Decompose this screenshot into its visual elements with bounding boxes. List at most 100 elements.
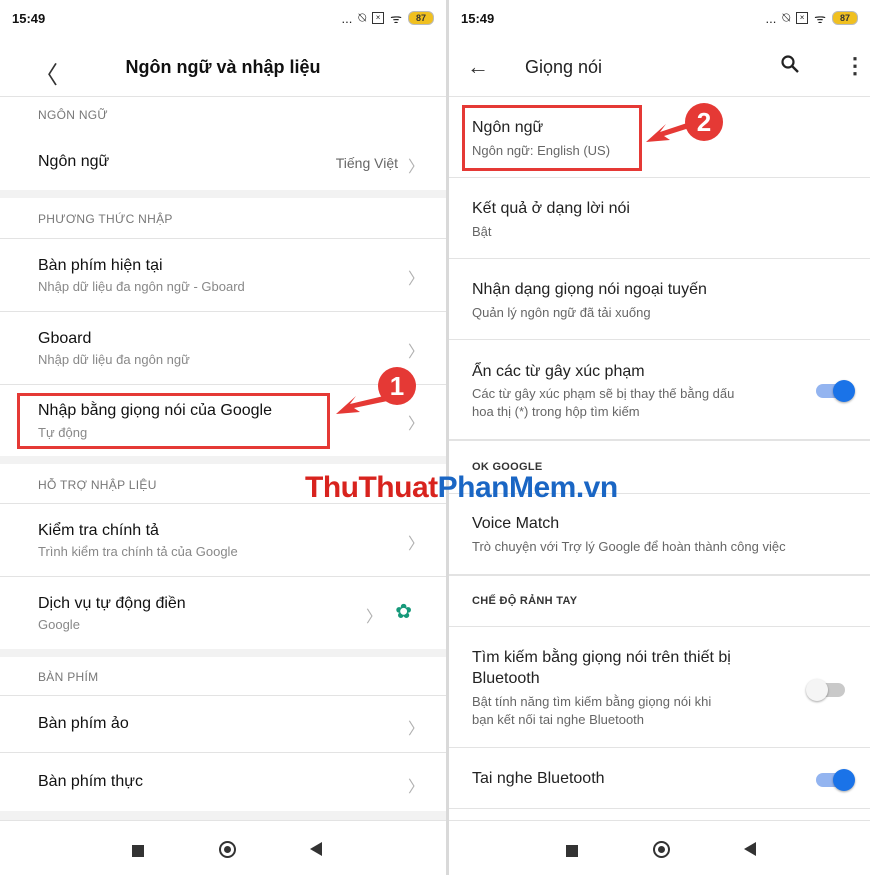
status-bar: 15:49 ... ⍉ × ᯤ 87 (449, 0, 870, 40)
recents-icon[interactable] (566, 845, 578, 857)
more-options-icon[interactable]: ⋮ (844, 53, 866, 79)
highlight-box (17, 393, 330, 449)
setting-title: Bàn phím thực (38, 773, 143, 790)
setting-title: Gboard (38, 330, 92, 347)
setting-language[interactable]: Ngôn ngữ Tiếng Việt 〉 (0, 135, 446, 187)
setting-subtitle: hoa thị (*) trong hộp tìm kiếm (472, 404, 640, 419)
section-header-language: NGÔN NGỮ (38, 108, 108, 122)
watermark-part: PhanMem (437, 471, 577, 504)
setting-subtitle: Trình kiểm tra chính tả của Google (38, 544, 238, 559)
step-badge-2: 2 (685, 103, 723, 141)
toolbar: 〈 Ngôn ngữ và nhập liệu (0, 44, 446, 92)
setting-bluetooth-headset[interactable]: Tai nghe Bluetooth (449, 748, 870, 808)
silent-icon: ⍉ (358, 10, 367, 25)
watermark-part: ThuThuat (305, 471, 438, 504)
status-time: 15:49 (12, 11, 46, 26)
setting-title: Bàn phím hiện tại (38, 257, 163, 274)
divider (449, 820, 870, 821)
more-notifications-icon: ... (341, 10, 353, 26)
navigation-bar (449, 820, 870, 875)
status-icons: ... ⍉ × ᯤ 87 (341, 9, 434, 27)
section-divider (0, 190, 446, 198)
back-arrow-icon[interactable]: ← (467, 54, 489, 80)
section-divider (449, 574, 870, 576)
setting-gboard[interactable]: Gboard Nhập dữ liệu đa ngôn ngữ 〉 (0, 312, 446, 384)
sim-icon: × (796, 12, 809, 24)
setting-subtitle: Trò chuyện với Trợ lý Google để hoàn thà… (472, 539, 786, 554)
silent-icon: ⍉ (782, 10, 791, 25)
setting-title: Tai nghe Bluetooth (472, 770, 605, 787)
step-badge-1: 1 (378, 367, 416, 405)
setting-current-keyboard[interactable]: Bàn phím hiện tại Nhập dữ liệu đa ngôn n… (0, 239, 446, 311)
divider (449, 808, 870, 809)
section-divider (0, 649, 446, 657)
home-icon[interactable] (653, 841, 670, 858)
setting-subtitle: Quản lý ngôn ngữ đã tải xuống (472, 305, 651, 320)
gear-icon[interactable]: ✿ (395, 599, 412, 624)
nav-back-icon[interactable] (310, 842, 322, 856)
page-title: Giọng nói (525, 57, 603, 77)
setting-subtitle: Bật tính năng tìm kiếm bằng giọng nói kh… (472, 694, 712, 709)
watermark: ThuThuatPhanMem.vn (305, 471, 618, 505)
battery-icon: 87 (408, 11, 434, 25)
page-title: Ngôn ngữ và nhập liệu (125, 57, 321, 77)
right-screen: 15:49 ... ⍉ × ᯤ 87 ← Giọng nói ⋮ Ngôn ng… (449, 0, 870, 875)
section-header-keyboard: BÀN PHÍM (38, 670, 99, 684)
setting-spell-check[interactable]: Kiểm tra chính tả Trình kiểm tra chính t… (0, 504, 446, 576)
bluetooth-voice-search-toggle[interactable] (806, 679, 845, 701)
section-divider (0, 456, 446, 464)
setting-subtitle: Google (38, 617, 80, 632)
toggle-knob (806, 679, 828, 701)
section-header-hands-free: CHẾ ĐỘ RẢNH TAY (472, 595, 578, 607)
section-header-input-assist: HỖ TRỢ NHẬP LIỆU (38, 478, 157, 492)
bluetooth-headset-toggle[interactable] (816, 769, 855, 791)
setting-title: Kiểm tra chính tả (38, 522, 159, 539)
setting-block-offensive-words[interactable]: Ẩn các từ gây xúc phạm Các từ gây xúc ph… (449, 340, 870, 439)
chevron-right-icon: 〉 (407, 536, 424, 553)
setting-title: Bluetooth (472, 670, 540, 687)
setting-title: Dịch vụ tự động điền (38, 595, 186, 612)
setting-title: Nhận dạng giọng nói ngoại tuyến (472, 281, 707, 298)
setting-title: Ẩn các từ gây xúc phạm (472, 363, 645, 380)
chevron-right-icon: 〉 (407, 159, 424, 176)
setting-autofill[interactable]: Dịch vụ tự động điền Google 〉 ✿ (0, 577, 446, 649)
setting-title: Kết quả ở dạng lời nói (472, 200, 630, 217)
status-time: 15:49 (461, 11, 495, 26)
more-notifications-icon: ... (765, 10, 777, 26)
setting-title: Voice Match (472, 515, 560, 532)
setting-physical-keyboard[interactable]: Bàn phím thực 〉 (0, 753, 446, 811)
block-offensive-toggle[interactable] (816, 380, 855, 402)
toggle-knob (833, 380, 855, 402)
toggle-knob (833, 769, 855, 791)
chevron-right-icon: 〉 (407, 779, 424, 796)
section-header-input-methods: PHƯƠNG THỨC NHẬP (38, 212, 173, 226)
chevron-right-icon: 〉 (407, 721, 424, 738)
setting-title: Ngôn ngữ (38, 153, 110, 170)
chevron-right-icon: 〉 (407, 344, 424, 361)
setting-subtitle: Nhập dữ liệu đa ngôn ngữ - Gboard (38, 279, 245, 294)
setting-title: Tìm kiếm bằng giọng nói trên thiết bị (472, 649, 731, 666)
toolbar: ← Giọng nói ⋮ (449, 44, 870, 92)
chevron-right-icon: 〉 (365, 609, 382, 626)
chevron-right-icon: 〉 (407, 416, 424, 433)
setting-subtitle: Nhập dữ liệu đa ngôn ngữ (38, 352, 190, 367)
sim-icon: × (372, 12, 385, 24)
status-icons: ... ⍉ × ᯤ 87 (765, 9, 858, 27)
nav-back-icon[interactable] (744, 842, 756, 856)
setting-subtitle: Các từ gây xúc phạm sẽ bị thay thế bằng … (472, 386, 735, 401)
status-bar: 15:49 ... ⍉ × ᯤ 87 (0, 0, 446, 40)
search-icon[interactable] (781, 55, 799, 73)
recents-icon[interactable] (132, 845, 144, 857)
watermark-part: .vn (575, 471, 618, 504)
section-divider (0, 811, 446, 820)
wifi-icon: ᯤ (390, 11, 402, 26)
setting-virtual-keyboard[interactable]: Bàn phím ảo 〉 (0, 696, 446, 752)
setting-offline-recognition[interactable]: Nhận dạng giọng nói ngoại tuyến Quản lý … (449, 259, 870, 339)
setting-voice-match[interactable]: Voice Match Trò chuyện với Trợ lý Google… (449, 494, 870, 574)
setting-speech-output[interactable]: Kết quả ở dạng lời nói Bật (449, 178, 870, 258)
setting-subtitle: Bật (472, 224, 492, 239)
divider (0, 96, 446, 97)
home-icon[interactable] (219, 841, 236, 858)
setting-bluetooth-voice-search[interactable]: Tìm kiếm bằng giọng nói trên thiết bị Bl… (449, 627, 870, 747)
setting-title: Bàn phím ảo (38, 715, 129, 732)
